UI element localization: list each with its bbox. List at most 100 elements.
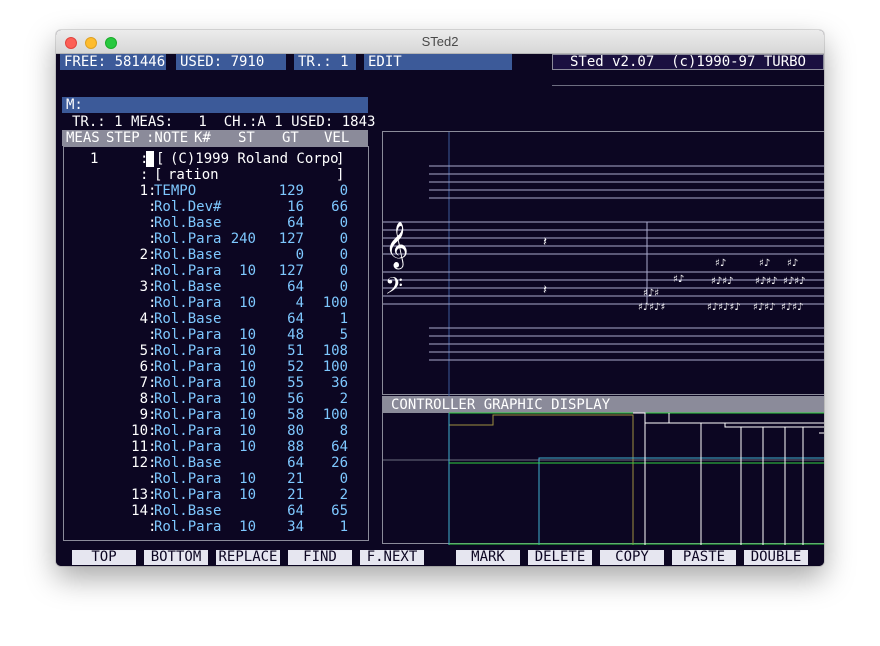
event-gt: 64 (331, 439, 348, 455)
rest-icon: 𝄽 (543, 283, 547, 298)
header-step: STEP (106, 130, 140, 146)
comment-meas: 1 (90, 151, 99, 167)
event-key: 10 (239, 359, 256, 375)
event-row[interactable]: 7: Rol.Para 10 55 36 (64, 375, 364, 391)
event-st: 129 (278, 183, 304, 199)
event-note: Rol.Para (154, 343, 222, 359)
event-row[interactable]: 14: Rol.Base 64 65 (64, 503, 364, 519)
event-row[interactable]: : Rol.Para 10 48 5 (64, 327, 364, 343)
event-note: Rol.Para (154, 407, 222, 423)
event-gt: 65 (331, 503, 348, 519)
header-meas: MEAS (66, 130, 100, 146)
event-row[interactable]: 8: Rol.Para 10 56 2 (64, 391, 364, 407)
event-step: 8 (139, 391, 148, 407)
fkey-mark-button[interactable]: MARK (456, 550, 520, 565)
fkey-paste-button[interactable]: PASTE (672, 550, 736, 565)
event-row[interactable]: : Rol.Para 10 34 1 (64, 519, 364, 535)
fkey-fnext-button[interactable]: F.NEXT (360, 550, 424, 565)
event-row[interactable]: 4: Rol.Base 64 1 (64, 311, 364, 327)
event-row[interactable]: : Rol.Dev# 16 66 (64, 199, 364, 215)
event-key: 10 (239, 343, 256, 359)
event-key: 10 (239, 439, 256, 455)
event-row[interactable]: 3: Rol.Base 64 0 (64, 279, 364, 295)
score-svg: 𝄞 𝄢 𝄽 𝄽 ♯♪♯♪♯ ♯♪♯ ♯♪ ♯♪♯♪♯♪ ♯♪♯♪ ♯♪ ♯♪♯♪… (383, 132, 824, 396)
event-gt: 0 (339, 183, 348, 199)
event-gt: 100 (322, 295, 348, 311)
svg-text:♯♪♯♪: ♯♪♯♪ (781, 302, 803, 313)
event-step: 11 (131, 439, 148, 455)
event-st: 64 (287, 311, 304, 327)
event-row[interactable]: : Rol.Para 10 21 0 (64, 471, 364, 487)
event-row[interactable]: : Rol.Para 10 4 100 (64, 295, 364, 311)
event-row[interactable]: 9: Rol.Para 10 58 100 (64, 407, 364, 423)
event-step: 14 (131, 503, 148, 519)
fkey-delete-button[interactable]: DELETE (528, 550, 592, 565)
event-gt: 1 (339, 311, 348, 327)
title-bar[interactable]: STed2 (56, 30, 824, 54)
event-gt: 36 (331, 375, 348, 391)
free-memory: FREE: 581446 (60, 54, 166, 70)
svg-text:♯♪♯♪: ♯♪♯♪ (711, 276, 733, 287)
version-label: STed v2.07 (c)1990-97 TURBO (552, 54, 824, 70)
event-key: 10 (239, 263, 256, 279)
event-st: 0 (295, 247, 304, 263)
score-view[interactable]: 𝄞 𝄢 𝄽 𝄽 ♯♪♯♪♯ ♯♪♯ ♯♪ ♯♪♯♪♯♪ ♯♪♯♪ ♯♪ ♯♪♯♪… (382, 131, 824, 396)
controller-display[interactable] (382, 396, 824, 545)
event-gt: 0 (339, 471, 348, 487)
svg-text:♯♪♯♪: ♯♪♯♪ (753, 302, 775, 313)
event-row[interactable]: : Rol.Para 10 127 0 (64, 263, 364, 279)
event-st: 48 (287, 327, 304, 343)
event-note: Rol.Base (154, 279, 222, 295)
event-row[interactable]: : Rol.Para 240 127 0 (64, 231, 364, 247)
event-step: 6 (139, 359, 148, 375)
header-gt: GT (282, 130, 299, 146)
header-note: :NOTE (146, 130, 189, 146)
sted-screen: FREE: 581446 USED: 7910 TR.: 1 EDIT STed… (56, 54, 824, 566)
event-list[interactable]: 1 : [ (C)1999 Roland Corpo ] : [ ration … (63, 146, 369, 541)
comment-row[interactable]: 1 : [ (C)1999 Roland Corpo ] (64, 151, 364, 167)
event-key: 10 (239, 471, 256, 487)
event-step: 4 (139, 311, 148, 327)
treble-clef-icon: 𝄞 (385, 222, 409, 270)
controller-svg (383, 412, 824, 545)
event-note: Rol.Base (154, 503, 222, 519)
event-step: 5 (139, 343, 148, 359)
event-gt: 0 (339, 215, 348, 231)
rest-icon: 𝄽 (543, 235, 547, 250)
event-key: 10 (239, 423, 256, 439)
fkey-bottom-button[interactable]: BOTTOM (144, 550, 208, 565)
comment-row[interactable]: : [ ration ] (64, 167, 364, 183)
event-row[interactable]: 5: Rol.Para 10 51 108 (64, 343, 364, 359)
event-row[interactable]: 6: Rol.Para 10 52 100 (64, 359, 364, 375)
event-row[interactable]: 11: Rol.Para 10 88 64 (64, 439, 364, 455)
fkey-double-button[interactable]: DOUBLE (744, 550, 808, 565)
svg-text:♯♪♯♪♯♪: ♯♪♯♪♯♪ (707, 302, 741, 313)
column-header: MEAS STEP :NOTE K# ST GT VEL (62, 130, 368, 146)
event-st: 16 (287, 199, 304, 215)
fkey-find-button[interactable]: FIND (288, 550, 352, 565)
event-note: Rol.Para (154, 263, 222, 279)
fkey-copy-button[interactable]: COPY (600, 550, 664, 565)
fkey-top-button[interactable]: TOP (72, 550, 136, 565)
event-gt: 2 (339, 391, 348, 407)
event-row[interactable]: 1: TEMPO 129 0 (64, 183, 364, 199)
event-gt: 0 (339, 263, 348, 279)
event-st: 127 (278, 263, 304, 279)
event-row[interactable]: 12: Rol.Base 64 26 (64, 455, 364, 471)
event-key: 10 (239, 487, 256, 503)
event-note: Rol.Base (154, 215, 222, 231)
command-line[interactable]: M: (62, 97, 368, 113)
event-row[interactable]: 13: Rol.Para 10 21 2 (64, 487, 364, 503)
event-gt: 26 (331, 455, 348, 471)
event-key: 10 (239, 375, 256, 391)
fkey-replace-button[interactable]: REPLACE (216, 550, 280, 565)
header-vel: VEL (324, 130, 350, 146)
event-row[interactable]: : Rol.Base 64 0 (64, 215, 364, 231)
event-gt: 100 (322, 359, 348, 375)
event-st: 21 (287, 471, 304, 487)
event-row[interactable]: 10: Rol.Para 10 80 8 (64, 423, 364, 439)
event-row[interactable]: 2: Rol.Base 0 0 (64, 247, 364, 263)
event-gt: 108 (322, 343, 348, 359)
event-note: Rol.Base (154, 311, 222, 327)
event-gt: 5 (339, 327, 348, 343)
